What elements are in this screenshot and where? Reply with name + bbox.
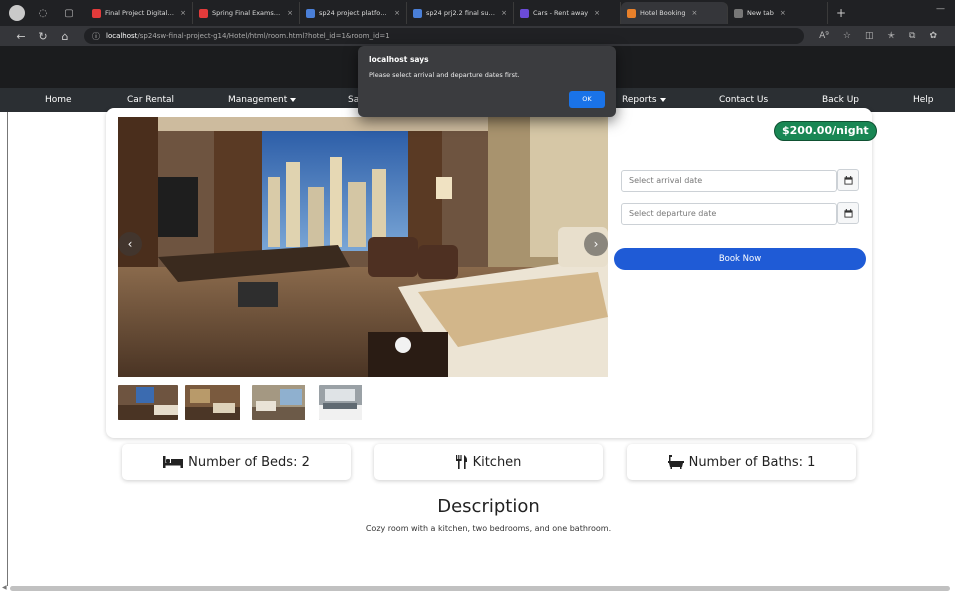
address-bar-row: ← ↻ ⌂ ⓘ localhost/sp24sw-final-project-g… [0,26,955,46]
horizontal-scrollbar[interactable] [10,586,950,591]
browser-tab[interactable]: New tab × [728,2,828,24]
browser-tab[interactable]: sp24 project platforms × [300,2,407,24]
calendar-icon [843,208,853,218]
site-info-icon[interactable]: ⓘ [92,31,100,42]
alert-title: localhost says [369,55,429,64]
chevron-down-icon [659,97,666,102]
profile-avatar[interactable] [8,4,26,22]
tab-title: Hotel Booking [640,9,686,17]
tab-title: sp24 prj2.2 final submis [426,9,495,17]
tab-favicon-icon [627,8,636,18]
tab-close-icon[interactable]: × [287,9,293,17]
split-screen-icon[interactable]: ◫ [865,31,874,41]
thumbnail-4[interactable] [319,385,379,420]
amenity-beds: Number of Beds: 2 [122,444,351,480]
calendar-icon [843,175,853,185]
tab-title: Spring Final Exams - CC [212,9,281,17]
room-photo [118,117,608,377]
browser-tab[interactable]: Final Project Digital Car × [86,2,193,24]
description-text: Cozy room with a kitchen, two bedrooms, … [365,524,612,533]
thumbnail-strip [118,385,379,420]
book-now-button[interactable]: Book Now [614,248,866,270]
departure-date-input[interactable]: Select departure date [621,203,837,225]
room-image-carousel [118,117,608,377]
carousel-prev-button[interactable]: ‹ [118,232,142,256]
tab-close-icon[interactable]: × [394,9,400,17]
tab-title: Cars - Rent away [533,9,589,17]
tab-title: sp24 project platforms [319,9,389,17]
departure-calendar-button[interactable] [837,202,859,224]
favorite-star-icon[interactable]: ☆ [843,31,851,41]
tab-close-icon[interactable]: × [594,9,600,17]
window-minimize-icon[interactable]: — [936,4,945,14]
alert-message: Please select arrival and departure date… [369,71,520,79]
browser-tab-strip: ◌ ▢ Final Project Digital Car × Spring Fin… [0,0,955,26]
tab-favicon-icon [413,8,422,18]
tab-favicon-icon [92,8,101,18]
description-heading: Description [437,496,540,517]
tab-favicon-icon [520,8,529,18]
thumbnail-1[interactable] [118,385,178,420]
tab-actions-icon[interactable]: ▢ [60,4,78,22]
chevron-right-icon: › [593,237,599,251]
new-tab-button[interactable]: + [836,6,846,20]
read-aloud-icon[interactable]: A⁹ [819,31,829,41]
scroll-left-arrow-icon[interactable]: ◀ [2,584,7,591]
extensions-icon[interactable]: ◌ [34,4,52,22]
tab-favicon-icon [306,8,315,18]
tab-close-icon[interactable]: × [692,9,698,17]
copilot-icon[interactable]: ✿ [929,31,937,41]
alert-dialog: localhost says Please select arrival and… [358,46,616,117]
tab-close-icon[interactable]: × [501,9,507,17]
back-icon[interactable]: ← [10,30,32,43]
favorites-icon[interactable]: ✭ [887,31,895,41]
browser-tab[interactable]: Hotel Booking × [621,2,728,24]
amenity-baths: Number of Baths: 1 [627,444,856,480]
tab-title: New tab [747,9,774,17]
tab-favicon-icon [199,8,208,18]
amenity-kitchen: Kitchen [374,444,603,480]
thumbnail-2[interactable] [185,385,245,420]
arrival-calendar-button[interactable] [837,169,859,191]
bath-icon [667,455,684,469]
alert-ok-button[interactable]: OK [569,91,605,108]
tab-favicon-icon [734,8,743,18]
nav-home[interactable]: Home [45,88,72,112]
tab-close-icon[interactable]: × [780,9,786,17]
nav-help[interactable]: Help [913,88,934,112]
tab-title: Final Project Digital Car [105,9,175,17]
bed-icon [163,456,184,468]
browser-tab[interactable]: Spring Final Exams - CC × [193,2,300,24]
chevron-down-icon [290,97,297,102]
price-badge: $200.00/night [774,121,877,141]
arrival-date-input[interactable]: Select arrival date [621,170,837,192]
carousel-next-button[interactable]: › [584,232,608,256]
tab-close-icon[interactable]: × [180,9,186,17]
reload-icon[interactable]: ↻ [32,30,54,43]
thumbnail-3[interactable] [252,385,312,420]
collections-icon[interactable]: ⧉ [909,31,915,41]
url-input[interactable]: ⓘ localhost/sp24sw-final-project-g14/Hot… [84,28,804,44]
home-icon[interactable]: ⌂ [54,30,76,43]
chevron-left-icon: ‹ [127,237,133,251]
page-left-border [7,112,8,586]
browser-tab[interactable]: Cars - Rent away × [514,2,621,24]
browser-tab[interactable]: sp24 prj2.2 final submis × [407,2,514,24]
utensils-icon [455,455,467,469]
